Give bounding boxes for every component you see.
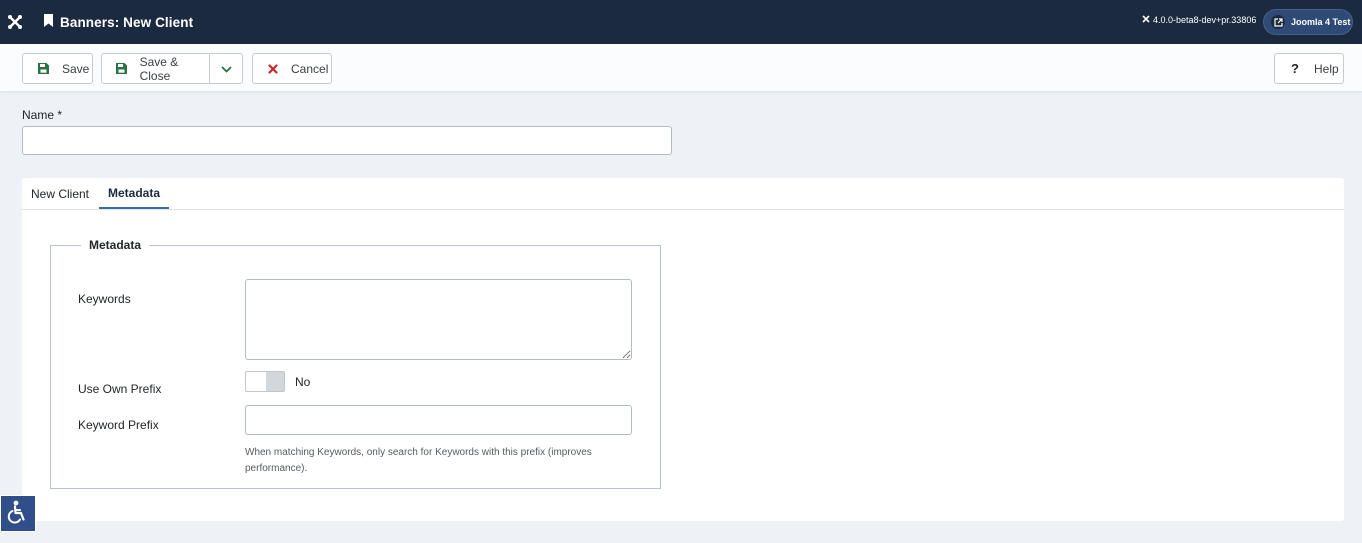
chevron-down-icon [220,62,232,76]
top-header: Banners: New Client 4.0.0-beta8-dev+pr.3… [0,0,1362,44]
save-label: Save [62,61,90,76]
question-icon: ? [1291,61,1299,76]
bookmark-icon [43,14,54,30]
metadata-legend: Metadata [89,238,142,252]
floppy-disk-icon [36,62,50,76]
save-close-label: Save & Close [139,54,179,83]
tab-new-client[interactable]: New Client [22,178,98,210]
page-title-group: Banners: New Client [43,0,193,44]
use-own-prefix-toggle[interactable] [245,371,285,392]
save-button[interactable]: Save [22,53,93,84]
cancel-label: Cancel [291,61,329,76]
use-own-prefix-label: Use Own Prefix [78,382,162,396]
keyword-prefix-label: Keyword Prefix [78,418,159,432]
tab-bar: New Client Metadata [22,178,1344,210]
keywords-textarea[interactable] [245,279,632,360]
help-label: Help [1314,61,1339,76]
tab-card: New Client Metadata Metadata Keywords Us… [22,178,1344,521]
save-options-dropdown-button[interactable] [209,53,243,84]
joomla-small-icon [1142,15,1150,25]
keyword-prefix-input[interactable] [245,405,632,435]
name-label: Name * [22,108,63,122]
joomla-logo-icon[interactable] [0,0,30,44]
site-link-button[interactable]: Joomla 4 Test [1263,9,1353,35]
help-button[interactable]: ? Help [1274,53,1344,84]
version-info: 4.0.0-beta8-dev+pr.33806 [1142,15,1256,25]
toolbar: Save Save & Close Cancel ? Help [0,44,1362,92]
page-title: Banners: New Client [60,14,194,30]
save-close-button[interactable]: Save & Close [101,53,211,84]
cancel-button[interactable]: Cancel [252,53,332,84]
floppy-disk-icon [115,62,129,76]
accessibility-button[interactable] [0,495,36,532]
name-input[interactable] [22,126,672,155]
close-icon [266,62,280,76]
toggle-knob [266,372,284,391]
external-link-icon [1271,15,1285,29]
site-name: Joomla 4 Test [1291,17,1351,27]
use-own-prefix-value: No [295,375,311,389]
accessibility-icon [7,500,29,527]
version-text: 4.0.0-beta8-dev+pr.33806 [1153,15,1257,25]
keywords-label: Keywords [78,292,131,306]
keyword-prefix-hint: When matching Keywords, only search for … [245,447,592,474]
tab-metadata[interactable]: Metadata [99,178,169,209]
metadata-fieldset: Metadata Keywords Use Own Prefix No Keyw… [50,238,661,489]
